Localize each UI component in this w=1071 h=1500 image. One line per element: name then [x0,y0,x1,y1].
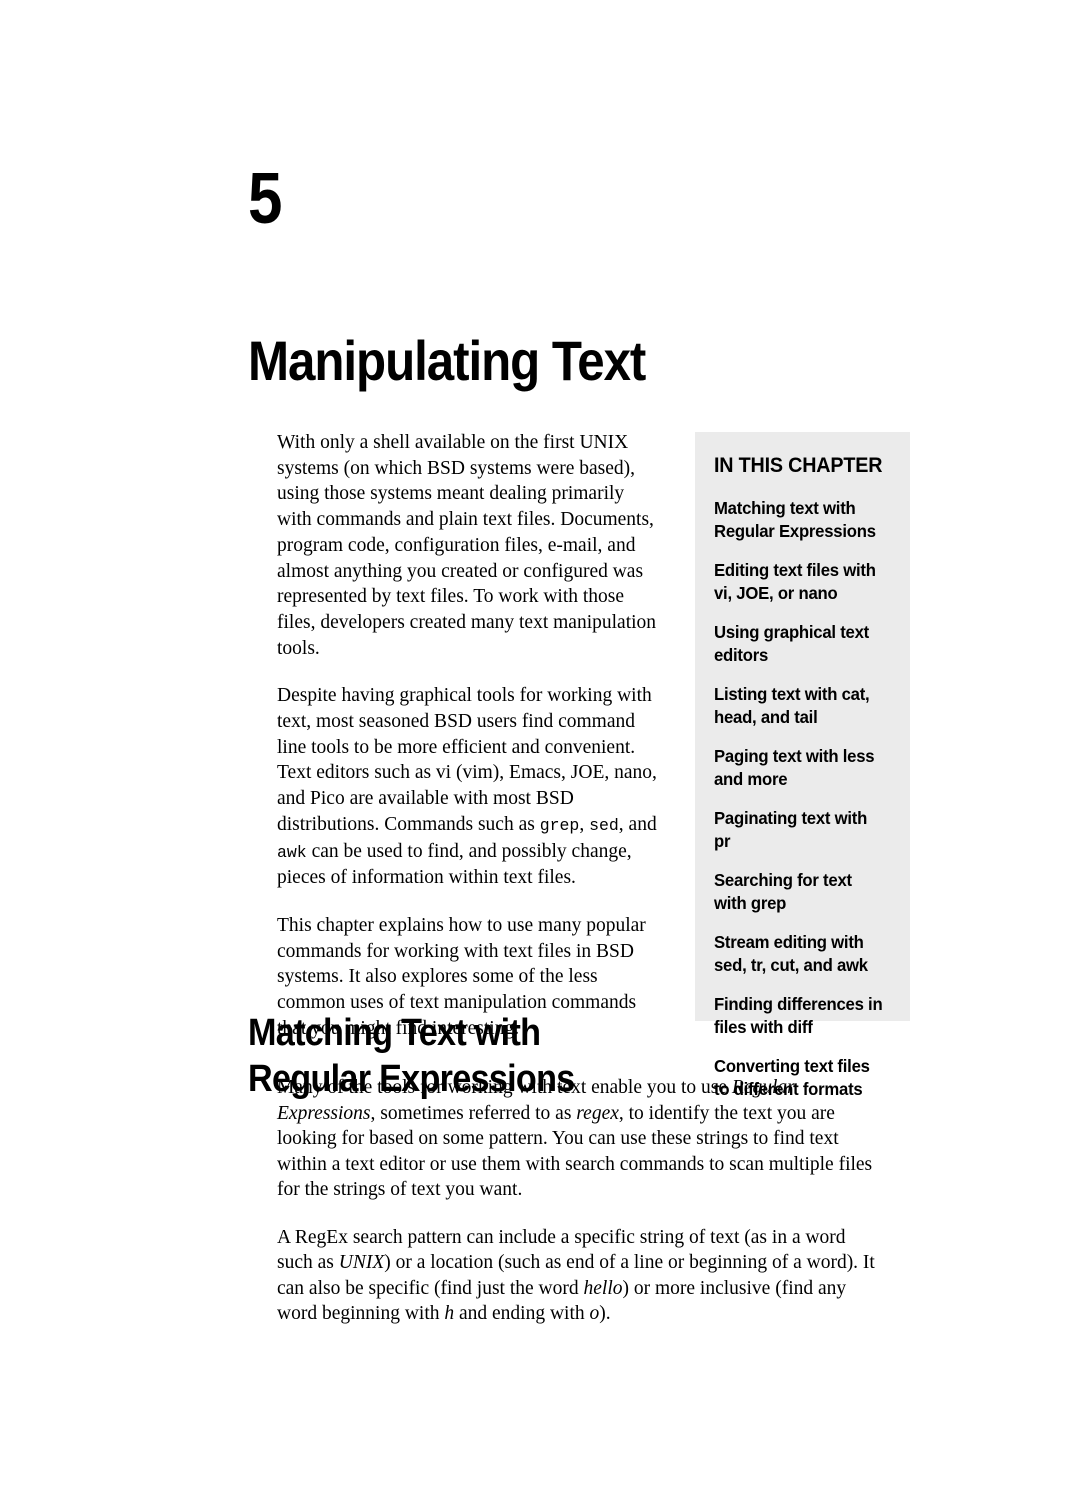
intro-p2-text-3: , and [618,813,657,835]
section-paragraph-1: Many of the tools for working with text … [277,1075,877,1203]
intro-paragraph-2: Despite having graphical tools for worki… [277,683,659,891]
in-this-chapter-item: Paginating text with pr [714,808,868,851]
section-p1-text-2: , sometimes referred to as [370,1102,577,1124]
section-p2-text-5: ). [599,1303,611,1324]
term-unix: UNIX [338,1252,385,1273]
section-p1-text-1: Many of the tools for working with text … [277,1077,732,1098]
in-this-chapter-item: Editing text files with vi, JOE, or nano [714,560,876,603]
command-awk: awk [277,842,307,862]
term-regex: regex [576,1102,619,1124]
section-paragraph-2: A RegEx search pattern can include a spe… [277,1225,877,1327]
in-this-chapter-heading: IN THIS CHAPTER [714,454,883,477]
chapter-number: 5 [248,159,282,239]
in-this-chapter-item: Matching text with Regular Expressions [714,498,876,541]
in-this-chapter-item: Using graphical text editors [714,622,869,665]
in-this-chapter-item: Stream editing with sed, tr, cut, and aw… [714,932,868,975]
intro-paragraph-1: With only a shell available on the first… [277,432,657,659]
in-this-chapter-item: Searching for text with grep [714,870,852,913]
intro-p2-text-2: , [579,813,590,835]
term-letter-h: h [444,1303,455,1324]
command-grep: grep [539,815,580,835]
intro-p2-text-4: can be used to find, and possibly change… [277,840,632,889]
in-this-chapter-box: IN THIS CHAPTER Matching text with Regul… [695,432,910,1099]
section-body: Many of the tools for working with text … [277,1075,877,1327]
intro-column: With only a shell available on the first… [277,430,659,1041]
in-this-chapter-item: Paging text with less and more [714,746,875,789]
term-hello: hello [583,1277,623,1299]
in-this-chapter-item: Listing text with cat, head, and tail [714,684,870,727]
chapter-title: Manipulating Text [248,328,646,392]
intro-p2-text-1: Despite having graphical tools for worki… [277,685,657,835]
in-this-chapter-item: Finding differences in files with diff [714,994,883,1037]
term-letter-o: o [589,1303,600,1324]
command-sed: sed [589,815,619,835]
book-page: 5 Manipulating Text With only a shell av… [0,0,1071,1500]
in-this-chapter-list: Matching text with Regular Expressions E… [714,497,892,1100]
section-p2-text-4: and ending with [454,1303,590,1324]
